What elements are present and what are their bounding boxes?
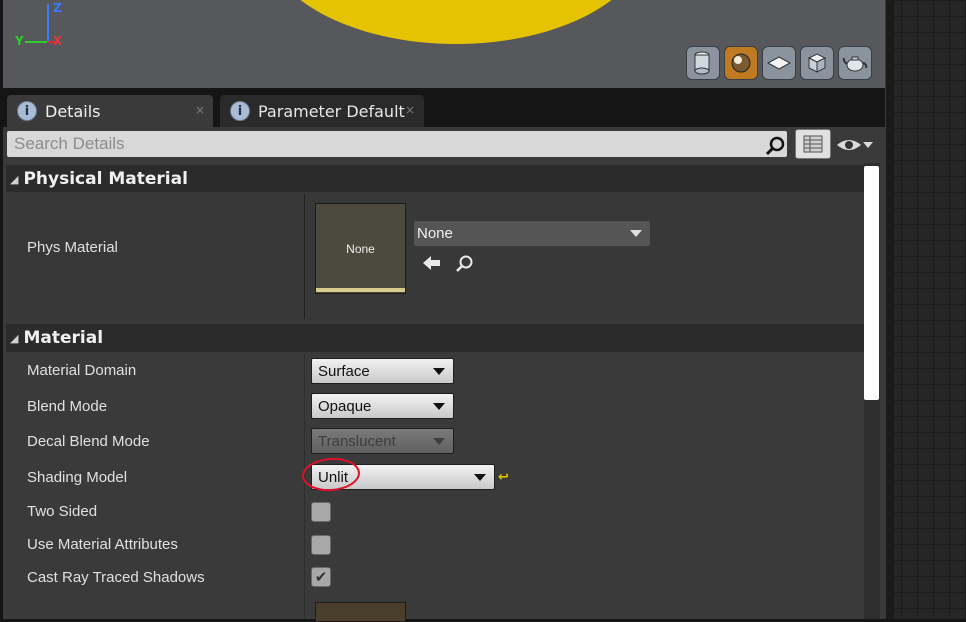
shading-model-label: Shading Model [27, 469, 128, 486]
section-header-physical-material[interactable]: ◢ Physical Material [6, 165, 866, 193]
material-domain-label: Material Domain [27, 362, 137, 379]
y-axis-line [25, 41, 47, 43]
material-domain-dropdown[interactable]: Surface [311, 358, 454, 384]
dropdown-value: Opaque [318, 397, 372, 415]
sphere-icon [731, 53, 751, 73]
column-divider[interactable] [304, 354, 305, 619]
texture-thumbnail[interactable] [315, 602, 406, 622]
teapot-icon [842, 56, 868, 72]
chevron-down-icon [474, 474, 486, 481]
use-material-attributes-checkbox[interactable] [311, 535, 331, 555]
decal-blend-mode-dropdown: Translucent [311, 428, 454, 454]
view-options-button[interactable] [836, 135, 880, 155]
material-graph-canvas[interactable] [885, 0, 966, 619]
property-matrix-button[interactable] [795, 129, 831, 159]
column-divider[interactable] [304, 194, 305, 319]
use-material-attributes-label: Use Material Attributes [27, 536, 178, 553]
asset-picker-value: None [417, 225, 453, 242]
preview-shape-toolbar [686, 46, 872, 80]
collapse-triangle-icon: ◢ [10, 172, 19, 186]
use-selected-arrow-icon[interactable] [422, 254, 442, 272]
details-scrollbar-thumb[interactable] [864, 166, 879, 400]
checkmark-icon: ✔ [314, 568, 328, 586]
tab-parameter-default[interactable]: i Parameter Default × [220, 95, 424, 127]
chevron-down-icon [863, 142, 873, 148]
phys-material-asset-picker[interactable]: None [414, 221, 650, 246]
cube-preview-button[interactable] [800, 46, 834, 80]
y-axis-label: Y [15, 34, 24, 48]
close-icon[interactable]: × [405, 103, 415, 117]
phys-material-label: Phys Material [27, 239, 118, 256]
search-details-input[interactable] [7, 131, 761, 157]
section-header-material[interactable]: ◢ Material [6, 324, 866, 352]
cast-ray-traced-shadows-label: Cast Ray Traced Shadows [27, 569, 205, 586]
x-axis-label: X [53, 34, 63, 48]
chevron-down-icon [433, 438, 445, 445]
decal-blend-mode-label: Decal Blend Mode [27, 433, 150, 450]
blend-mode-dropdown[interactable]: Opaque [311, 393, 454, 419]
search-icon[interactable] [765, 136, 785, 156]
z-axis-label: Z [53, 1, 62, 15]
cast-ray-traced-shadows-checkbox[interactable]: ✔ [311, 567, 331, 587]
collapse-triangle-icon: ◢ [10, 331, 19, 345]
plane-preview-button[interactable] [762, 46, 796, 80]
cylinder-icon [694, 51, 710, 75]
search-box [7, 131, 787, 157]
dropdown-value: Translucent [318, 432, 396, 450]
grid-list-icon [803, 135, 823, 153]
preview-sphere [265, 0, 647, 44]
cylinder-preview-button[interactable] [686, 46, 720, 80]
two-sided-checkbox[interactable] [311, 502, 331, 522]
section-title: Physical Material [23, 169, 188, 189]
chevron-down-icon [630, 230, 642, 237]
phys-material-thumbnail[interactable]: None [315, 203, 406, 294]
tab-label: Details [45, 101, 101, 121]
z-axis-line [47, 4, 49, 42]
tab-strip: i Details × i Parameter Default × [3, 91, 885, 127]
sphere-preview-button[interactable] [724, 46, 758, 80]
info-icon: i [17, 101, 37, 121]
tab-details[interactable]: i Details × [7, 95, 213, 127]
dropdown-value: Surface [318, 362, 370, 380]
chevron-down-icon [433, 368, 445, 375]
chevron-down-icon [433, 403, 445, 410]
panel-splitter[interactable] [885, 0, 894, 619]
teapot-preview-button[interactable] [838, 46, 872, 80]
close-icon[interactable]: × [195, 103, 205, 117]
thumbnail-label: None [346, 241, 375, 256]
two-sided-label: Two Sided [27, 503, 98, 520]
tab-label: Parameter Default [258, 101, 405, 121]
eye-icon [837, 140, 861, 150]
blend-mode-label: Blend Mode [27, 398, 108, 415]
plane-icon [766, 56, 792, 70]
cube-icon [807, 53, 827, 73]
thumbnail-type-bar [316, 288, 405, 292]
info-icon: i [230, 101, 250, 121]
browse-search-icon[interactable] [455, 254, 475, 274]
section-title: Material [23, 328, 104, 348]
reset-to-default-icon[interactable]: ↩ [498, 470, 509, 485]
